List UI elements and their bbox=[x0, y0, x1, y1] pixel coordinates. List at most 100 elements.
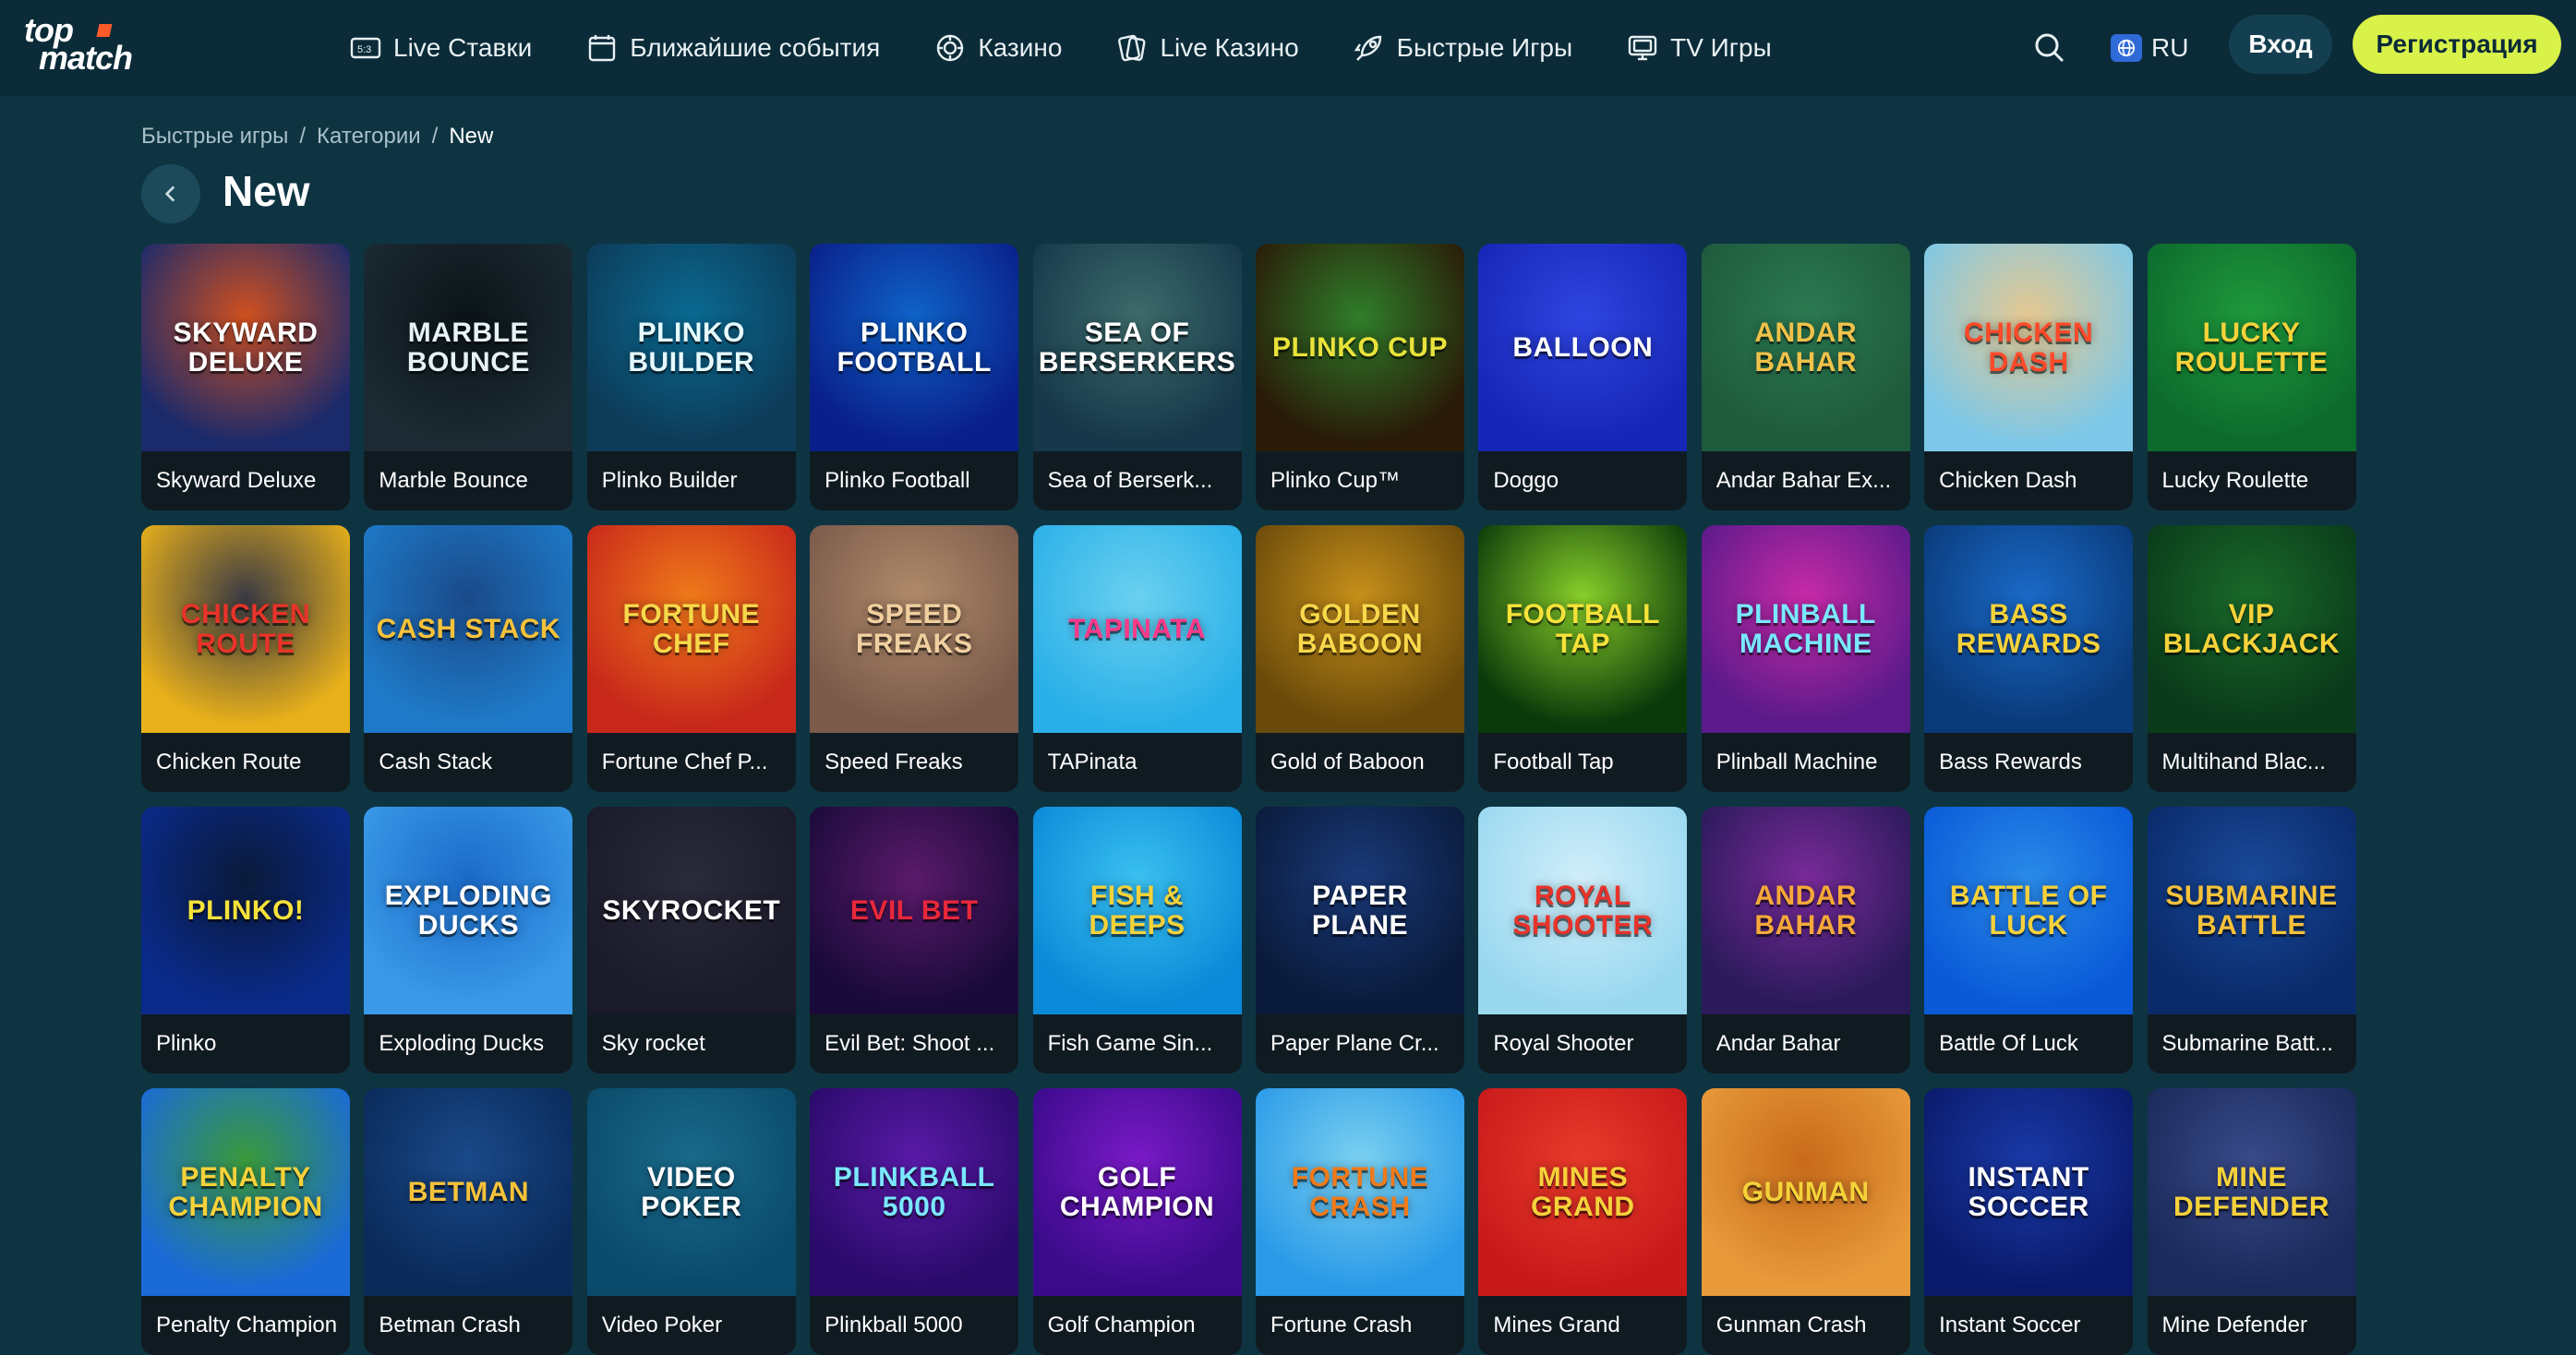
game-card[interactable]: Paper Plane Paper Plane Cr... bbox=[1255, 807, 1464, 1073]
game-thumbnail[interactable]: Submarine Battle bbox=[2147, 807, 2356, 1014]
game-card[interactable]: Football Tap Football Tap bbox=[1478, 525, 1688, 792]
game-thumbnail-title: Plinko Football bbox=[837, 317, 992, 378]
game-thumbnail[interactable]: Battle of Luck bbox=[1924, 807, 2134, 1014]
game-card[interactable]: Fish & Deeps Fish Game Sin... bbox=[1032, 807, 1242, 1073]
game-title: Royal Shooter bbox=[1478, 1014, 1688, 1073]
game-thumbnail[interactable]: Evil Bet bbox=[810, 807, 1019, 1014]
game-card[interactable]: Plinko Football Plinko Football bbox=[810, 244, 1019, 510]
game-thumbnail-title: Golden Baboon bbox=[1296, 598, 1424, 659]
game-thumbnail[interactable]: Sea of Berserkers bbox=[1032, 244, 1242, 451]
game-card[interactable]: Andar Bahar Andar Bahar bbox=[1701, 807, 1910, 1073]
game-card[interactable]: Betman Betman Crash bbox=[364, 1088, 573, 1355]
game-thumbnail[interactable]: Gunman bbox=[1701, 1088, 1910, 1296]
register-button[interactable]: Регистрация bbox=[2353, 15, 2561, 74]
game-thumbnail[interactable]: Plinball Machine bbox=[1701, 525, 1910, 733]
game-thumbnail[interactable]: Instant Soccer bbox=[1924, 1088, 2134, 1296]
game-card[interactable]: Mine Defender Mine Defender bbox=[2147, 1088, 2356, 1355]
game-thumbnail-title: Football Tap bbox=[1505, 598, 1660, 659]
game-thumbnail[interactable]: Plinkball 5000 bbox=[810, 1088, 1019, 1296]
game-card[interactable]: Speed Freaks Speed Freaks bbox=[810, 525, 1019, 792]
game-card[interactable]: Plinko! Plinko bbox=[141, 807, 350, 1073]
game-card[interactable]: Lucky Roulette Lucky Roulette bbox=[2147, 244, 2356, 510]
game-thumbnail[interactable]: Fortune Chef bbox=[586, 525, 796, 733]
game-card[interactable]: Cash Stack Cash Stack bbox=[364, 525, 573, 792]
back-button[interactable] bbox=[141, 164, 200, 223]
breadcrumb-item-fast-games[interactable]: Быстрые игры bbox=[141, 124, 288, 150]
game-card[interactable]: Andar Bahar Andar Bahar Ex... bbox=[1701, 244, 1910, 510]
game-thumbnail[interactable]: Fish & Deeps bbox=[1032, 807, 1242, 1014]
game-thumbnail[interactable]: Cash Stack bbox=[364, 525, 573, 733]
game-card[interactable]: Battle of Luck Battle Of Luck bbox=[1924, 807, 2134, 1073]
game-thumbnail[interactable]: Paper Plane bbox=[1255, 807, 1464, 1014]
game-card[interactable]: Plinball Machine Plinball Machine bbox=[1701, 525, 1910, 792]
game-card[interactable]: Skyward Deluxe Skyward Deluxe bbox=[141, 244, 350, 510]
nav-fast-games[interactable]: Быстрые Игры bbox=[1353, 0, 1572, 96]
game-card[interactable]: Sea of Berserkers Sea of Berserk... bbox=[1032, 244, 1242, 510]
game-thumbnail[interactable]: Plinko Builder bbox=[586, 244, 796, 451]
game-card[interactable]: VIP Blackjack Multihand Blac... bbox=[2147, 525, 2356, 792]
game-card[interactable]: Fortune Crash Fortune Crash bbox=[1255, 1088, 1464, 1355]
game-thumbnail[interactable]: Chicken Dash bbox=[1924, 244, 2134, 451]
game-card[interactable]: Chicken Dash Chicken Dash bbox=[1924, 244, 2134, 510]
game-card[interactable]: Plinko Builder Plinko Builder bbox=[586, 244, 796, 510]
game-thumbnail-title: Plinkball 5000 bbox=[833, 1161, 995, 1222]
game-thumbnail[interactable]: Plinko Cup bbox=[1255, 244, 1464, 451]
nav-live-casino[interactable]: Live Казино bbox=[1115, 0, 1299, 96]
game-card[interactable]: Bass Rewards Bass Rewards bbox=[1924, 525, 2134, 792]
game-card[interactable]: Mines Grand Mines Grand bbox=[1478, 1088, 1688, 1355]
nav-upcoming-events[interactable]: Ближайшие события bbox=[585, 0, 880, 96]
nav-live-bets[interactable]: 5:3 Live Ставки bbox=[349, 0, 532, 96]
game-card[interactable]: Tapinata TAPinata bbox=[1032, 525, 1242, 792]
game-card[interactable]: Chicken Route Chicken Route bbox=[141, 525, 350, 792]
game-thumbnail[interactable]: Bass Rewards bbox=[1924, 525, 2134, 733]
game-thumbnail[interactable]: Exploding Ducks bbox=[364, 807, 573, 1014]
game-thumbnail[interactable]: Fortune Crash bbox=[1255, 1088, 1464, 1296]
game-thumbnail[interactable]: Penalty Champion bbox=[141, 1088, 350, 1296]
game-thumbnail[interactable]: Skyrocket bbox=[586, 807, 796, 1014]
game-thumbnail[interactable]: Football Tap bbox=[1478, 525, 1688, 733]
game-thumbnail[interactable]: Tapinata bbox=[1032, 525, 1242, 733]
game-card[interactable]: Gunman Gunman Crash bbox=[1701, 1088, 1910, 1355]
game-thumbnail[interactable]: Royal Shooter bbox=[1478, 807, 1688, 1014]
game-thumbnail[interactable]: Balloon bbox=[1478, 244, 1688, 451]
game-card[interactable]: Plinko Cup Plinko Cup™ bbox=[1255, 244, 1464, 510]
game-thumbnail[interactable]: Plinko! bbox=[141, 807, 350, 1014]
game-card[interactable]: Golf Champion Golf Champion bbox=[1032, 1088, 1242, 1355]
game-card[interactable]: Video Poker Video Poker bbox=[586, 1088, 796, 1355]
game-card[interactable]: Instant Soccer Instant Soccer bbox=[1924, 1088, 2134, 1355]
game-thumbnail[interactable]: Mines Grand bbox=[1478, 1088, 1688, 1296]
login-button[interactable]: Вход bbox=[2229, 15, 2332, 74]
game-thumbnail[interactable]: Betman bbox=[364, 1088, 573, 1296]
game-card[interactable]: Exploding Ducks Exploding Ducks bbox=[364, 807, 573, 1073]
breadcrumb-item-categories[interactable]: Категории bbox=[317, 124, 421, 150]
game-card[interactable]: Submarine Battle Submarine Batt... bbox=[2147, 807, 2356, 1073]
game-thumbnail[interactable]: VIP Blackjack bbox=[2147, 525, 2356, 733]
search-button[interactable] bbox=[2028, 26, 2072, 70]
game-card[interactable]: Royal Shooter Royal Shooter bbox=[1478, 807, 1688, 1073]
game-thumbnail[interactable]: Speed Freaks bbox=[810, 525, 1019, 733]
game-card[interactable]: Plinkball 5000 Plinkball 5000 bbox=[810, 1088, 1019, 1355]
game-thumbnail[interactable]: Plinko Football bbox=[810, 244, 1019, 451]
game-thumbnail[interactable]: Video Poker bbox=[586, 1088, 796, 1296]
nav-tv-games[interactable]: TV Игры bbox=[1626, 0, 1772, 96]
nav-casino[interactable]: Казино bbox=[933, 0, 1062, 96]
game-thumbnail[interactable]: Golden Baboon bbox=[1255, 525, 1464, 733]
game-thumbnail[interactable]: Skyward Deluxe bbox=[141, 244, 350, 451]
game-thumbnail[interactable]: Chicken Route bbox=[141, 525, 350, 733]
game-card[interactable]: Golden Baboon Gold of Baboon bbox=[1255, 525, 1464, 792]
game-thumbnail[interactable]: Golf Champion bbox=[1032, 1088, 1242, 1296]
game-card[interactable]: Skyrocket Sky rocket bbox=[586, 807, 796, 1073]
game-card[interactable]: Fortune Chef Fortune Chef P... bbox=[586, 525, 796, 792]
game-card[interactable]: Balloon Doggo bbox=[1478, 244, 1688, 510]
game-thumbnail[interactable]: Andar Bahar bbox=[1701, 244, 1910, 451]
game-title: Gunman Crash bbox=[1701, 1296, 1910, 1355]
game-thumbnail[interactable]: Lucky Roulette bbox=[2147, 244, 2356, 451]
game-card[interactable]: Marble Bounce Marble Bounce bbox=[364, 244, 573, 510]
game-card[interactable]: Penalty Champion Penalty Champion bbox=[141, 1088, 350, 1355]
site-logo[interactable]: top match bbox=[24, 14, 163, 78]
game-thumbnail[interactable]: Andar Bahar bbox=[1701, 807, 1910, 1014]
game-thumbnail[interactable]: Marble Bounce bbox=[364, 244, 573, 451]
game-thumbnail[interactable]: Mine Defender bbox=[2147, 1088, 2356, 1296]
language-selector[interactable]: RU bbox=[2111, 26, 2188, 70]
game-card[interactable]: Evil Bet Evil Bet: Shoot ... bbox=[810, 807, 1019, 1073]
